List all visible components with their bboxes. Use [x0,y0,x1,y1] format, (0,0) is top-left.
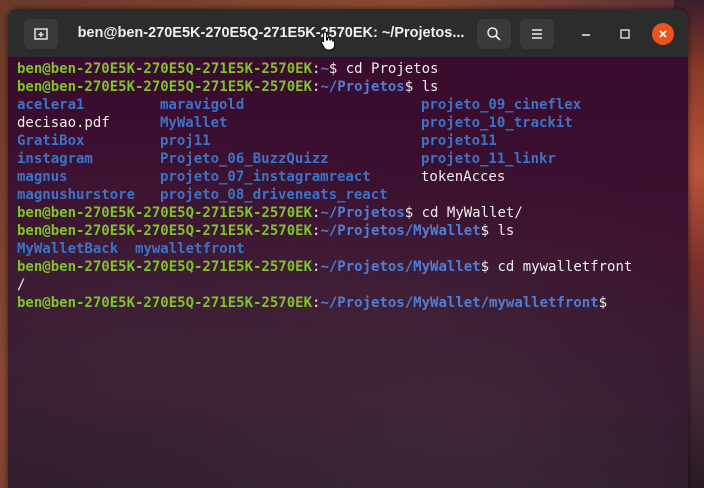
ls-entry: instagram [17,151,93,167]
command-wrap-line: / [17,276,688,294]
ls-entry: mywalletfront [135,241,245,257]
new-tab-icon [34,28,48,40]
ls-entry: MyWalletBack [17,241,119,257]
prompt-user-host: ben@ben-270E5K-270E5Q-271E5K-2570EK [17,259,313,275]
ls-entry: projeto_09_cineflex [421,97,582,113]
new-tab-button[interactable] [24,19,58,49]
maximize-button[interactable] [613,22,637,46]
ls-entry: projeto_10_trackit [421,115,573,131]
prompt-path: ~ [320,61,329,77]
search-button[interactable] [477,19,511,49]
prompt-user-host: ben@ben-270E5K-270E5Q-271E5K-2570EK [17,205,313,221]
close-button[interactable] [651,22,675,46]
command-text: cd mywalletfront [497,259,633,275]
prompt-user-host: ben@ben-270E5K-270E5Q-271E5K-2570EK [17,223,313,239]
ls-entry: tokenAcces [421,169,506,185]
close-icon [659,30,667,38]
ls-output-row: instagram Projeto_06_BuzzQuizz projeto_1… [17,150,688,168]
hand-cursor-icon [320,31,336,51]
prompt-line: ben@ben-270E5K-270E5Q-271E5K-2570EK:~$ c… [17,61,439,77]
ls-entry: maravigold [160,97,245,113]
command-text: / [17,277,26,293]
ls-entry: decisao.pdf [17,115,110,131]
prompt-line: ben@ben-270E5K-270E5Q-271E5K-2570EK:~/Pr… [17,79,439,95]
maximize-icon [620,29,630,39]
ls-output-row: magnus projeto_07_instagramreact tokenAc… [17,168,688,186]
ls-entry: projeto_08_driveneats_react [160,187,388,203]
prompt-user-host: ben@ben-270E5K-270E5Q-271E5K-2570EK [17,61,313,77]
prompt-line: ben@ben-270E5K-270E5Q-271E5K-2570EK:~/Pr… [17,259,633,275]
prompt-path: ~/Projetos [320,79,405,95]
ls-entry: projeto11 [421,133,497,149]
ls-output-row: decisao.pdf MyWallet projeto_10_trackit [17,114,688,132]
ls-entry: acelera1 [17,97,85,113]
ls-entry: projeto_11_linkr [421,151,556,167]
title-bar[interactable]: ben@ben-270E5K-270E5Q-271E5K-2570EK: ~/P… [8,9,688,58]
ls-entry: GratiBox [17,133,85,149]
hamburger-menu-icon [532,29,542,39]
ls-output-row: magnushurstore projeto_08_driveneats_rea… [17,186,688,204]
prompt-path: ~/Projetos [320,205,405,221]
terminal-window: ben@ben-270E5K-270E5Q-271E5K-2570EK: ~/P… [8,9,688,488]
prompt-line: ben@ben-270E5K-270E5Q-271E5K-2570EK:~/Pr… [17,205,523,221]
prompt-path: ~/Projetos/MyWallet [320,259,481,275]
ls-entry: MyWallet [160,115,228,131]
command-text: cd MyWallet/ [421,205,523,221]
prompt-user-host: ben@ben-270E5K-270E5Q-271E5K-2570EK [17,79,313,95]
ls-output-row: MyWalletBack mywalletfront [17,240,688,258]
ls-entry: magnus [17,169,68,185]
close-circle [652,23,674,45]
command-text: ls [497,223,515,239]
prompt-path: ~/Projetos/MyWallet/mywalletfront [320,295,599,311]
ls-output-row: GratiBox proj11 projeto11 [17,132,688,150]
prompt-line: ben@ben-270E5K-270E5Q-271E5K-2570EK:~/Pr… [17,223,515,239]
ls-entry: projeto_07_instagramreact [160,169,371,185]
ls-entry: magnushurstore [17,187,136,203]
prompt-user-host: ben@ben-270E5K-270E5Q-271E5K-2570EK [17,295,313,311]
menu-button[interactable] [520,19,554,49]
prompt-path: ~/Projetos/MyWallet [320,223,481,239]
window-title: ben@ben-270E5K-270E5Q-271E5K-2570EK: ~/P… [77,25,465,41]
ls-output-row: acelera1 maravigold projeto_09_cineflex [17,96,688,114]
command-text: cd Projetos [345,61,439,77]
ls-entry: proj11 [160,133,211,149]
search-icon [487,27,501,41]
current-prompt-line[interactable]: ben@ben-270E5K-270E5Q-271E5K-2570EK:~/Pr… [17,294,688,312]
terminal-output[interactable]: ben@ben-270E5K-270E5Q-271E5K-2570EK:~$ c… [8,57,688,488]
ls-entry: Projeto_06_BuzzQuizz [160,151,329,167]
command-text: ls [421,79,439,95]
minimize-button[interactable] [574,22,598,46]
minimize-icon [582,34,590,36]
